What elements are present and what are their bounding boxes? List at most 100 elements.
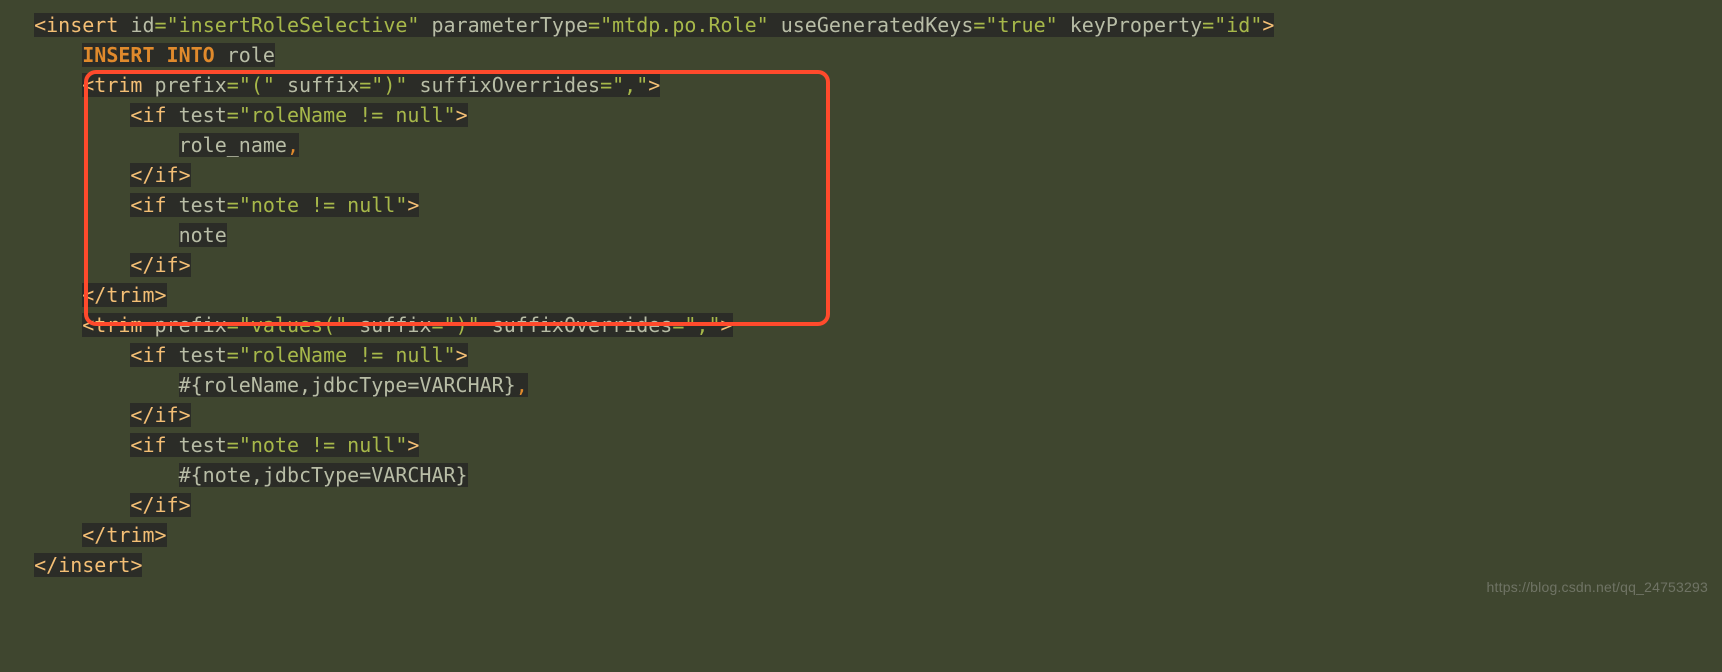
code-token: = (155, 13, 167, 37)
code-token: if (142, 193, 178, 217)
code-token: = (227, 103, 239, 127)
code-token: "insertRoleSelective" (167, 13, 420, 37)
code-token: trim (94, 313, 154, 337)
code-line: role_name, (10, 130, 1722, 160)
code-token: </ (34, 553, 58, 577)
code-token: > (407, 193, 419, 217)
code-line: </if> (10, 250, 1722, 280)
code-token: = (588, 13, 600, 37)
code-line: <insert id="insertRoleSelective" paramet… (10, 10, 1722, 40)
code-token: if (155, 493, 179, 517)
code-line: <if test="roleName != null"> (10, 100, 1722, 130)
code-token: suffix (287, 73, 359, 97)
code-token (407, 73, 419, 97)
code-token (1058, 13, 1070, 37)
code-token: > (155, 523, 167, 547)
code-token: = (359, 73, 371, 97)
code-line: </trim> (10, 520, 1722, 550)
code-token: insert (58, 553, 130, 577)
code-token: = (600, 73, 612, 97)
code-token: > (179, 493, 191, 517)
code-token: </ (130, 493, 154, 517)
code-token: = (227, 343, 239, 367)
code-line: <trim prefix="values(" suffix=")" suffix… (10, 310, 1722, 340)
code-token: if (142, 103, 178, 127)
code-line: <if test="note != null"> (10, 190, 1722, 220)
code-token: </ (130, 253, 154, 277)
code-token: < (130, 433, 142, 457)
code-block: <insert id="insertRoleSelective" paramet… (0, 0, 1722, 610)
code-token: insert (46, 13, 130, 37)
code-token: #{note,jdbcType=VARCHAR} (179, 463, 468, 487)
code-line: <if test="roleName != null"> (10, 340, 1722, 370)
code-token: > (407, 433, 419, 457)
code-token: if (142, 433, 178, 457)
code-token: if (155, 253, 179, 277)
code-token: ")" (444, 313, 480, 337)
code-line: <trim prefix="(" suffix=")" suffixOverri… (10, 70, 1722, 100)
code-token: "," (684, 313, 720, 337)
code-line: INSERT INTO role (10, 40, 1722, 70)
code-token: ")" (371, 73, 407, 97)
code-token: useGeneratedKeys (781, 13, 974, 37)
code-token: #{roleName,jdbcType=VARCHAR} (179, 373, 516, 397)
code-token: test (179, 193, 227, 217)
code-line: #{roleName,jdbcType=VARCHAR}, (10, 370, 1722, 400)
code-token: = (227, 73, 239, 97)
code-token: , (287, 133, 299, 157)
code-token: "(" (239, 73, 275, 97)
code-token: = (672, 313, 684, 337)
code-token: "true" (985, 13, 1057, 37)
code-token: < (34, 13, 46, 37)
code-token: INSERT INTO (82, 43, 227, 67)
code-token: prefix (155, 73, 227, 97)
code-token: id (130, 13, 154, 37)
code-token: < (130, 343, 142, 367)
code-token: "roleName != null" (239, 103, 456, 127)
code-token: suffixOverrides (419, 73, 600, 97)
code-token: "note != null" (239, 193, 408, 217)
code-token (275, 73, 287, 97)
code-line: </if> (10, 400, 1722, 430)
code-token: < (130, 193, 142, 217)
code-line: </trim> (10, 280, 1722, 310)
code-token: if (142, 343, 178, 367)
code-token: if (155, 403, 179, 427)
code-token: > (179, 163, 191, 187)
code-token: </ (130, 403, 154, 427)
code-token: < (82, 73, 94, 97)
code-token: = (431, 313, 443, 337)
code-token: "values(" (239, 313, 347, 337)
code-token: test (179, 433, 227, 457)
code-token: trim (106, 523, 154, 547)
code-token: </ (82, 283, 106, 307)
code-token: > (130, 553, 142, 577)
code-token: < (130, 103, 142, 127)
code-token: = (973, 13, 985, 37)
code-token: if (155, 163, 179, 187)
code-token: test (179, 103, 227, 127)
code-token: "id" (1214, 13, 1262, 37)
code-token: parameterType (432, 13, 589, 37)
code-token: </ (130, 163, 154, 187)
code-token: prefix (155, 313, 227, 337)
code-token: > (155, 283, 167, 307)
code-token: < (82, 313, 94, 337)
code-token: > (456, 343, 468, 367)
code-token: > (456, 103, 468, 127)
code-token: "note != null" (239, 433, 408, 457)
code-token (480, 313, 492, 337)
code-line: note (10, 220, 1722, 250)
code-token: suffixOverrides (492, 313, 673, 337)
code-token: > (179, 253, 191, 277)
code-token: > (721, 313, 733, 337)
code-token: trim (94, 73, 154, 97)
code-token: "mtdp.po.Role" (600, 13, 769, 37)
code-token: "," (612, 73, 648, 97)
code-token: trim (106, 283, 154, 307)
code-token: = (227, 313, 239, 337)
code-token (769, 13, 781, 37)
code-line: #{note,jdbcType=VARCHAR} (10, 460, 1722, 490)
code-line: </if> (10, 160, 1722, 190)
code-token: = (1202, 13, 1214, 37)
